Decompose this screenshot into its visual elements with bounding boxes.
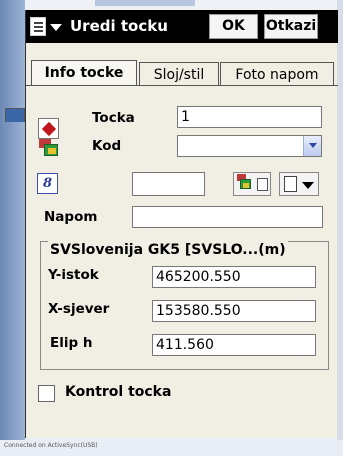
device-screen: Uredi tocku OK Otkazi Info tocke Sloj/st… [25, 10, 338, 438]
list-doc-icon [257, 178, 268, 191]
y-east-label: Y-istok [48, 267, 99, 283]
host-top-strip [95, 0, 195, 6]
window-title: Uredi tocku [70, 17, 168, 35]
menu-button[interactable] [30, 17, 66, 37]
x-north-field[interactable]: 153580.550 [152, 300, 316, 322]
point-name-field[interactable]: 1 [177, 106, 322, 128]
coordinate-system-title: SVSlovenija GK5 [SVSLO...(m) [48, 241, 288, 259]
code-label: Kod [92, 138, 122, 154]
code-picker-button[interactable] [233, 172, 271, 196]
tab-foto-napom[interactable]: Foto napom [220, 62, 334, 86]
tab-sloj-stil[interactable]: Sloj/stil [139, 62, 219, 86]
x-north-label: X-sjever [48, 301, 110, 317]
layers-picker-icon [236, 174, 254, 194]
document-options-icon [284, 176, 297, 192]
host-top-bar [0, 0, 343, 10]
red-diamond-point-icon [41, 121, 57, 137]
point-icon-box [38, 118, 59, 139]
tab-divider [26, 85, 338, 86]
status-text: Connected on ActiveSync(USB) [4, 442, 98, 449]
chevron-down-icon[interactable] [303, 136, 321, 156]
layers-code-icon [38, 139, 60, 159]
note-field[interactable] [132, 206, 323, 228]
control-point-checkbox[interactable] [38, 385, 55, 402]
ellipsoid-height-label: Elip h [50, 335, 93, 351]
options-menu-button[interactable] [279, 172, 319, 196]
host-side-text [4, 20, 18, 100]
document-menu-icon [30, 17, 46, 36]
tab-info-tocke[interactable]: Info tocke [31, 60, 137, 86]
cancel-button[interactable]: Otkazi [264, 14, 318, 39]
code-combobox[interactable] [177, 135, 322, 157]
extra-value-field[interactable] [132, 172, 205, 196]
control-point-label: Kontrol tocka [65, 384, 172, 400]
menu-dropdown-arrow-icon [50, 24, 62, 31]
ok-button[interactable]: OK [209, 14, 258, 39]
note-label: Napom [44, 209, 98, 225]
title-bar: Uredi tocku OK Otkazi [26, 10, 338, 43]
host-side-tab [5, 108, 25, 122]
ellipsoid-height-field[interactable]: 411.560 [152, 334, 316, 356]
point-label: Tocka [92, 110, 135, 126]
y-east-field[interactable]: 465200.550 [152, 266, 316, 288]
dropdown-arrow-icon [302, 182, 314, 189]
tab-strip: Info tocke Sloj/stil Foto napom [26, 60, 338, 86]
info-icon[interactable]: 8 [37, 173, 58, 194]
host-left-panel [0, 0, 25, 440]
